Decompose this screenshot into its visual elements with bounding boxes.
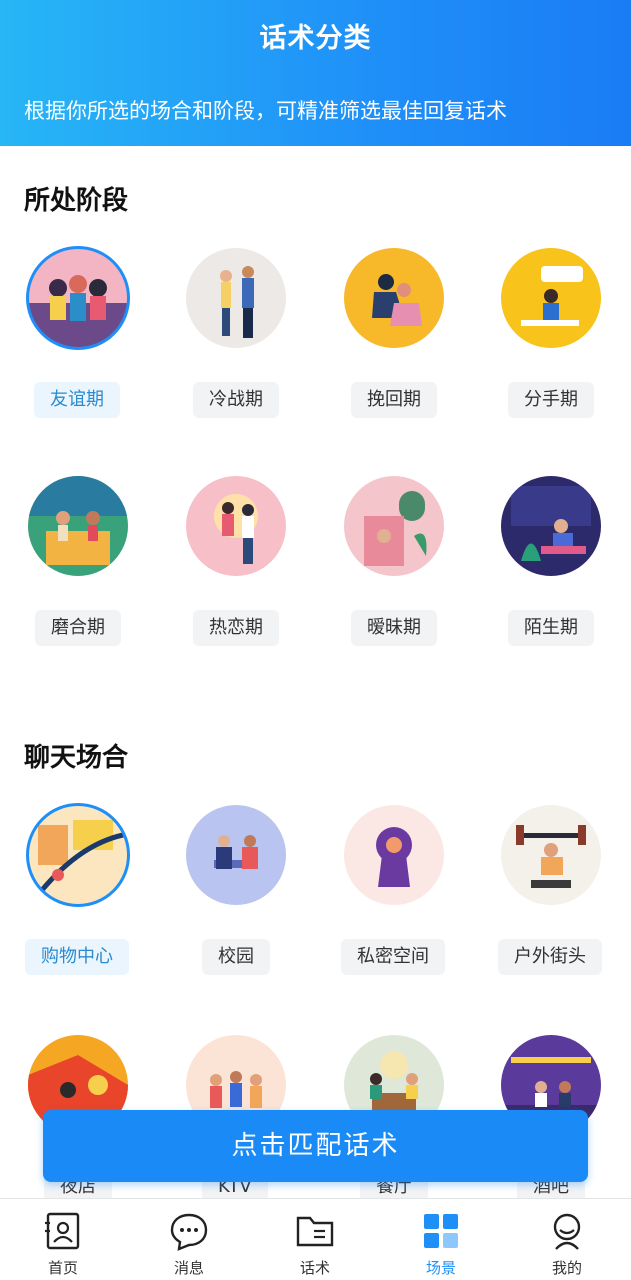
- tab-messages[interactable]: 消息: [126, 1199, 252, 1280]
- scene-label-street: 户外街头: [498, 939, 602, 975]
- tab-profile[interactable]: 我的: [504, 1199, 630, 1280]
- scene-section-title: 聊天场合: [24, 743, 129, 773]
- stage-label-recover: 挽回期: [351, 382, 437, 418]
- stage-label-friendship: 友谊期: [34, 382, 120, 418]
- stage-illustration-cold-war: [186, 248, 286, 348]
- grid-icon: [424, 1214, 458, 1248]
- stage-illustration-adjust: [28, 476, 128, 576]
- tab-messages-label: 消息: [173, 1259, 204, 1277]
- folder-icon: [296, 1216, 334, 1247]
- stage-illustration-friendship: [26, 246, 130, 350]
- tab-scripts-label: 话术: [299, 1259, 330, 1277]
- stage-label-stranger: 陌生期: [508, 610, 594, 646]
- stage-section-title: 所处阶段: [24, 186, 129, 216]
- stage-illustration-recover: [344, 248, 444, 348]
- stage-label-ambiguous: 暧昧期: [351, 610, 437, 646]
- scene-illustration-campus: [186, 805, 286, 905]
- scene-label-campus: 校园: [202, 939, 270, 975]
- stage-illustration-passion: [186, 476, 286, 576]
- header: 话术分类 根据你所选的场合和阶段，可精准筛选最佳回复话术: [0, 0, 631, 146]
- chat-bubble-icon: [170, 1213, 208, 1251]
- stage-label-adjust: 磨合期: [35, 610, 121, 646]
- scene-illustration-street: [501, 805, 601, 905]
- tab-scenes[interactable]: 场景: [378, 1199, 504, 1280]
- scene-illustration-private: [344, 805, 444, 905]
- stage-illustration-breakup: [501, 248, 601, 348]
- scene-label-private: 私密空间: [341, 939, 445, 975]
- stage-label-passion: 热恋期: [193, 610, 279, 646]
- scene-illustration-mall: [26, 803, 130, 907]
- tab-profile-label: 我的: [551, 1259, 582, 1277]
- stage-label-breakup: 分手期: [508, 382, 594, 418]
- stage-illustration-ambiguous: [344, 476, 444, 576]
- page-title: 话术分类: [259, 23, 372, 54]
- header-subtitle: 根据你所选的场合和阶段，可精准筛选最佳回复话术: [24, 99, 507, 123]
- stage-label-cold-war: 冷战期: [193, 382, 279, 418]
- match-script-button[interactable]: 点击匹配话术: [43, 1110, 588, 1182]
- tab-home[interactable]: 首页: [0, 1199, 126, 1280]
- user-icon: [553, 1213, 581, 1250]
- contact-card-icon: [45, 1212, 80, 1250]
- tab-home-label: 首页: [47, 1259, 78, 1277]
- scene-page: 话术分类 根据你所选的场合和阶段，可精准筛选最佳回复话术 所处阶段 友谊期 冷战…: [0, 0, 631, 1280]
- stage-illustration-stranger: [501, 476, 601, 576]
- tab-scenes-label: 场景: [425, 1259, 456, 1277]
- bottom-tab-bar: 首页 消息 话术 场景 我的: [0, 1198, 631, 1280]
- scene-label-mall: 购物中心: [25, 939, 129, 975]
- tab-scripts[interactable]: 话术: [252, 1199, 378, 1280]
